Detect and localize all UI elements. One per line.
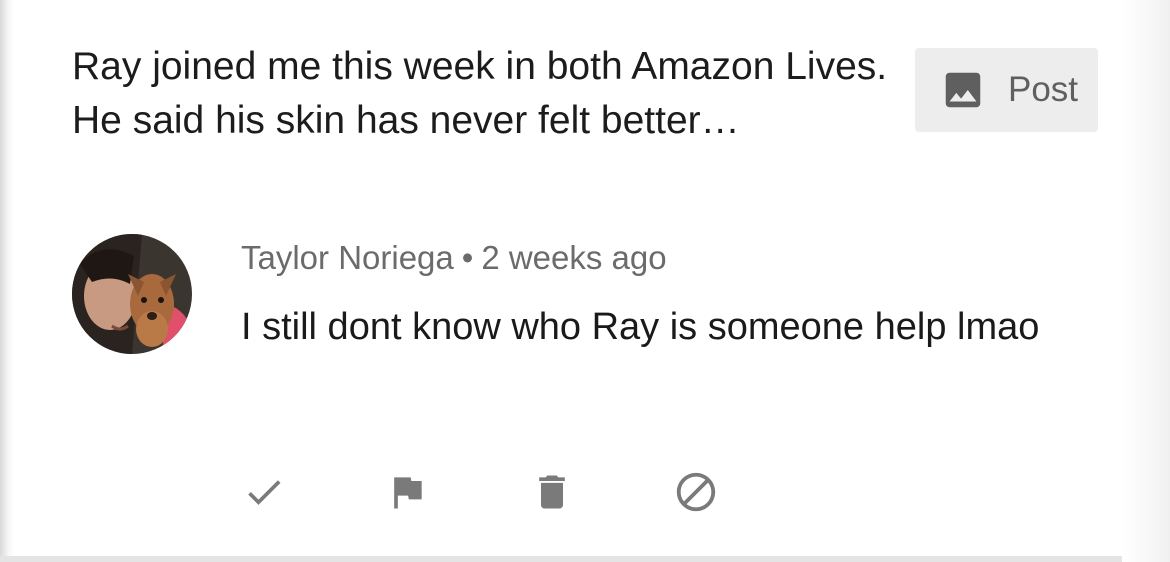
comment-card: Ray joined me this week in both Amazon L… <box>0 0 1170 562</box>
post-preview-text[interactable]: Ray joined me this week in both Amazon L… <box>72 40 892 148</box>
bottom-divider <box>0 556 1122 562</box>
comment-meta: Taylor Noriega • 2 weeks ago <box>241 237 667 279</box>
comment-text: I still dont know who Ray is someone hel… <box>241 306 1040 348</box>
comment-timestamp: 2 weeks ago <box>481 239 667 276</box>
report-button[interactable] <box>383 468 431 516</box>
trash-icon <box>539 475 565 509</box>
right-edge-shadow <box>1122 0 1170 562</box>
block-icon <box>676 472 716 512</box>
image-icon <box>945 72 981 108</box>
meta-separator: • <box>461 239 474 276</box>
avatar-photo <box>72 234 192 354</box>
comment-author[interactable]: Taylor Noriega <box>241 239 454 276</box>
flag-icon <box>394 477 422 509</box>
avatar[interactable] <box>72 234 192 354</box>
block-button[interactable] <box>672 468 720 516</box>
view-post-label: Post <box>1008 70 1079 109</box>
check-icon <box>248 480 281 505</box>
approve-button[interactable] <box>240 468 288 516</box>
delete-button[interactable] <box>528 468 576 516</box>
moderation-actions <box>240 468 740 516</box>
left-edge-shadow <box>0 0 14 562</box>
view-post-button[interactable]: Post <box>915 48 1098 132</box>
